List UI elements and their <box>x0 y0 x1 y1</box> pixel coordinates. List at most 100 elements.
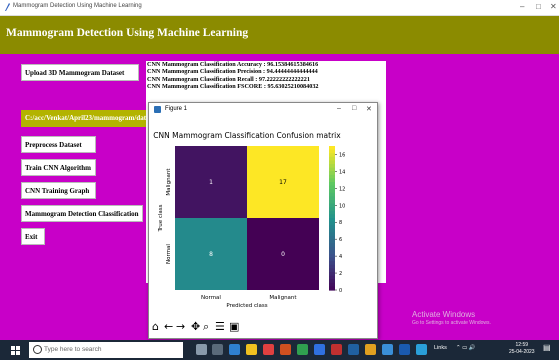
output-line: CNN Mammogram Classification Precision :… <box>147 68 318 76</box>
page-title: Mammogram Detection Using Machine Learni… <box>6 27 249 39</box>
upload-dataset-button[interactable]: Upload 3D Mammogram Dataset <box>21 64 139 81</box>
x-tick-label: Normal <box>201 295 221 301</box>
home-icon[interactable]: ⌂ <box>152 320 159 333</box>
colorbar-segment <box>329 236 335 241</box>
app-icon[interactable] <box>331 344 342 355</box>
colorbar-tick-label: 4 <box>339 254 342 260</box>
exit-button[interactable]: Exit <box>21 228 45 245</box>
colorbar-segment <box>329 149 335 154</box>
configure-subplots-icon[interactable]: ☰ <box>215 320 225 333</box>
minimize-icon[interactable]: – <box>520 2 524 11</box>
colorbar-tick-label: 8 <box>339 220 342 226</box>
y-tick-label: Malignant <box>166 168 172 196</box>
colorbar-segment <box>329 171 335 176</box>
maximize-icon[interactable]: □ <box>536 2 541 11</box>
dataset-path-field: C:/acc/Venkat/April23/mammogram/dataset <box>21 110 147 127</box>
cell-value-label: 8 <box>209 251 213 258</box>
app-feather-icon <box>5 3 10 11</box>
app-icon[interactable] <box>280 344 291 355</box>
clock-time: 12:59 <box>515 342 529 348</box>
colorbar-segment <box>329 279 335 284</box>
colorbar-segment <box>329 272 335 277</box>
app-header: Mammogram Detection Using Machine Learni… <box>0 16 559 54</box>
dataset-path-value: C:/acc/Venkat/April23/mammogram/dataset <box>25 114 147 122</box>
python-icon[interactable] <box>382 344 393 355</box>
y-tick-label: Normal <box>166 244 172 264</box>
colorbar-segment <box>329 189 335 194</box>
window-title: Mammogram Detection Using Machine Learni… <box>13 3 142 9</box>
window-titlebar: Mammogram Detection Using Machine Learni… <box>0 0 559 16</box>
colorbar-segment <box>329 160 335 165</box>
colorbar-segment <box>329 200 335 205</box>
file-explorer-icon[interactable] <box>246 344 257 355</box>
colorbar-segment <box>329 221 335 226</box>
colorbar-tick-label: 2 <box>339 271 342 277</box>
taskbar: Type here to search Links ⌃ ▭ 🔊 12:59 25… <box>0 340 559 360</box>
preprocess-button[interactable]: Preprocess Dataset <box>21 136 96 153</box>
app-icon[interactable] <box>416 344 427 355</box>
colorbar-segment <box>329 275 335 280</box>
colorbar-segment <box>329 174 335 179</box>
colorbar-segment <box>329 156 335 161</box>
x-tick-label: Malignant <box>269 295 297 301</box>
tray-icons[interactable]: ⌃ ▭ 🔊 <box>456 345 476 351</box>
colorbar-segment <box>329 225 335 230</box>
training-graph-button[interactable]: CNN Training Graph <box>21 182 96 199</box>
cell-value-label: 1 <box>209 179 213 186</box>
colorbar-segment <box>329 182 335 187</box>
figure-window: Figure 1 – □ ✕ CNN Mammogram Classificat… <box>148 102 378 339</box>
colorbar-tick-label: 14 <box>339 169 345 175</box>
task-view-icon[interactable] <box>212 344 223 355</box>
taskbar-clock[interactable]: 12:59 25-04-2023 <box>509 342 535 356</box>
edge-icon[interactable] <box>229 344 240 355</box>
back-arrow-icon[interactable]: ← <box>164 320 173 333</box>
colorbar-segment <box>329 164 335 169</box>
colorbar-segment <box>329 185 335 190</box>
colorbar-segment <box>329 228 335 233</box>
colorbar-segment <box>329 178 335 183</box>
taskbar-search[interactable]: Type here to search <box>29 342 183 358</box>
app-icon[interactable] <box>297 344 308 355</box>
notification-icon[interactable]: ▤ <box>543 343 551 352</box>
colorbar-segment <box>329 153 335 158</box>
output-line: CNN Mammogram Classification FSCORE : 95… <box>147 82 319 90</box>
start-icon[interactable] <box>11 346 20 355</box>
colorbar-tick-label: 6 <box>339 237 342 243</box>
colorbar-segment <box>329 210 335 215</box>
colorbar-segment <box>329 246 335 251</box>
cell-value-label: 0 <box>281 251 285 258</box>
chrome-icon[interactable] <box>263 344 274 355</box>
search-placeholder: Type here to search <box>44 346 102 353</box>
app-icon[interactable] <box>365 344 376 355</box>
tray-links[interactable]: Links <box>434 345 447 351</box>
activation-watermark: Activate Windows Go to Settings to activ… <box>412 310 491 326</box>
watermark-line: Activate Windows <box>412 310 476 319</box>
colorbar-tick-label: 0 <box>339 288 342 294</box>
detection-classification-button[interactable]: Mammogram Detection Classification <box>21 205 143 222</box>
colorbar-segment <box>329 203 335 208</box>
save-icon[interactable]: ▣ <box>229 320 239 333</box>
train-cnn-button[interactable]: Train CNN Algorithm <box>21 159 96 176</box>
colorbar-tick-label: 10 <box>339 203 345 209</box>
close-icon[interactable]: ✕ <box>550 2 557 11</box>
chart-title: CNN Mammogram Classification Confusion m… <box>153 131 341 140</box>
colorbar-segment <box>329 282 335 287</box>
app-icon[interactable] <box>348 344 359 355</box>
colorbar-segment <box>329 146 335 151</box>
cortana-icon[interactable] <box>196 344 207 355</box>
clock-date: 25-04-2023 <box>509 349 535 355</box>
x-axis-label: Predicted class <box>226 303 267 309</box>
pan-icon[interactable]: ✥ <box>191 320 200 333</box>
colorbar-segment <box>329 218 335 223</box>
colorbar-segment <box>329 243 335 248</box>
app-icon[interactable] <box>399 344 410 355</box>
colorbar-segment <box>329 250 335 255</box>
forward-arrow-icon[interactable]: → <box>176 320 185 333</box>
cell-value-label: 17 <box>279 179 287 186</box>
app-icon[interactable] <box>314 344 325 355</box>
search-icon <box>33 345 42 354</box>
colorbar-segment <box>329 257 335 262</box>
zoom-icon[interactable]: ⌕ <box>203 320 209 334</box>
confusion-matrix-chart: CNN Mammogram Classification Confusion m… <box>153 131 345 309</box>
colorbar-segment <box>329 167 335 172</box>
